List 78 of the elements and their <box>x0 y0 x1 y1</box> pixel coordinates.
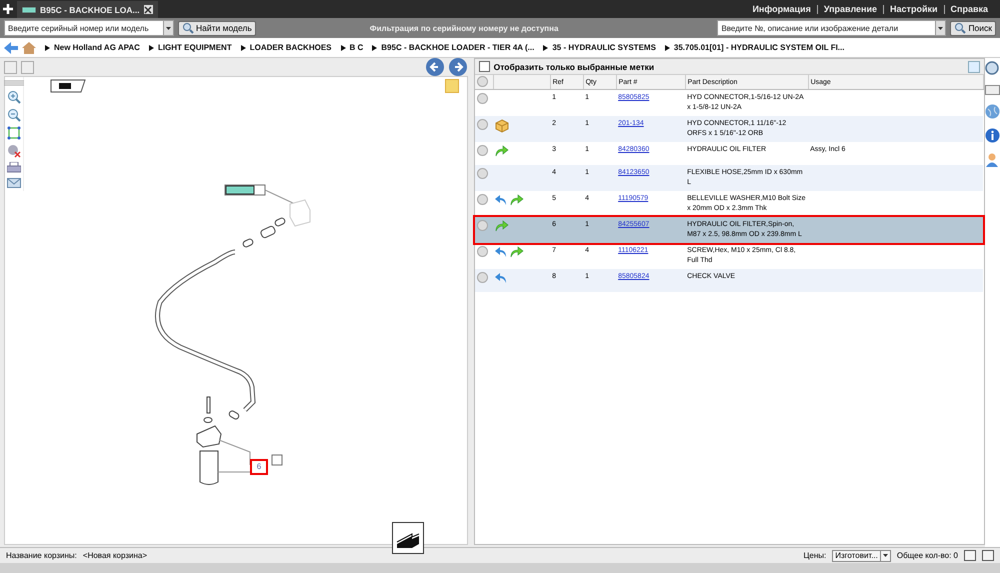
find-model-button[interactable]: Найти модель <box>178 20 256 36</box>
search-icon <box>954 22 966 34</box>
back-arrow-icon[interactable] <box>495 194 508 206</box>
add-button[interactable] <box>476 194 488 205</box>
search-button[interactable]: Поиск <box>950 20 996 36</box>
zoom-in-icon[interactable] <box>7 90 21 104</box>
info-icon[interactable] <box>984 128 1000 143</box>
add-button[interactable] <box>476 119 488 130</box>
back-arrow-icon[interactable] <box>495 272 508 284</box>
person-icon[interactable] <box>984 152 1000 167</box>
menu-link[interactable]: Информация <box>746 4 817 14</box>
add-button[interactable] <box>476 93 488 104</box>
restore-button[interactable] <box>964 550 976 561</box>
back-arrow-icon[interactable] <box>4 42 18 54</box>
breadcrumb-link[interactable]: 35.705.01[01] - HYDRAULIC SYSTEM OIL FI... <box>674 43 844 52</box>
zoom-out-icon[interactable] <box>7 108 21 122</box>
breadcrumb-link[interactable]: New Holland AG APAC <box>54 43 140 52</box>
breadcrumb-link[interactable]: B C <box>350 43 364 52</box>
triangle-icon <box>372 44 378 50</box>
prices-dropdown[interactable]: Изготовит... <box>832 550 891 562</box>
close-icon[interactable] <box>144 5 153 14</box>
machine-tab-icon[interactable] <box>50 79 86 93</box>
triangle-icon <box>240 44 246 50</box>
forward-arrow-icon[interactable] <box>495 220 510 232</box>
next-page-button[interactable] <box>21 60 34 74</box>
fit-icon[interactable] <box>7 126 21 140</box>
next-arrow-button[interactable] <box>448 58 467 76</box>
caret-icon[interactable] <box>166 26 171 30</box>
keyboard-icon[interactable] <box>984 85 1000 95</box>
handle-icon[interactable] <box>4 80 24 86</box>
menu-link[interactable]: Справка <box>944 4 994 14</box>
forward-arrow-icon[interactable] <box>510 194 524 206</box>
previous-arrow-button[interactable] <box>426 58 444 76</box>
triangle-icon <box>148 44 154 50</box>
forward-arrow-icon[interactable] <box>510 246 524 258</box>
breadcrumb-link[interactable]: LIGHT EQUIPMENT <box>158 43 232 52</box>
add-button[interactable] <box>476 272 488 283</box>
checkbox[interactable] <box>478 61 490 72</box>
box-icon[interactable] <box>495 119 510 133</box>
total-count: Общее кол-во: 0 <box>896 551 958 560</box>
maximize-button[interactable] <box>982 550 994 561</box>
caret-icon <box>882 554 888 557</box>
previous-page-button[interactable] <box>4 60 17 74</box>
columns-icon[interactable] <box>968 60 980 72</box>
print-icon[interactable] <box>7 162 21 174</box>
forward-arrow-icon[interactable] <box>495 145 510 157</box>
search-icon <box>182 22 194 34</box>
caret-icon[interactable] <box>938 26 944 30</box>
menu-link[interactable]: Настройки <box>884 4 944 14</box>
back-arrow-icon[interactable] <box>495 246 508 258</box>
globe-icon[interactable] <box>984 104 1000 119</box>
basket-label: Название корзины: <box>6 551 77 560</box>
breadcrumb-link[interactable]: B95C - BACKHOE LOADER - TIER 4A (... <box>381 43 534 52</box>
breadcrumb-link[interactable]: 35 - HYDRAULIC SYSTEMS <box>552 43 656 52</box>
clear-icon[interactable] <box>7 144 21 158</box>
basket-name: <Новая корзина> <box>82 551 148 560</box>
menu-link[interactable]: Управление <box>818 4 884 14</box>
add-button[interactable] <box>476 145 488 156</box>
part-search-field[interactable]: Введите №, описание или изображение детали <box>717 20 946 36</box>
machine-icon <box>22 6 36 12</box>
add-button[interactable] <box>476 246 488 257</box>
callout-label[interactable]: 6 <box>250 459 268 475</box>
search-icon[interactable] <box>984 61 1000 76</box>
breadcrumb-link[interactable]: LOADER BACKHOES <box>250 43 332 52</box>
triangle-icon <box>45 44 50 50</box>
triangle-icon <box>664 44 670 50</box>
new-tab-button[interactable] <box>3 4 13 14</box>
tab[interactable]: B95C - BACKHOE LOA... <box>17 1 158 18</box>
serial-field[interactable]: Введите серийный номер или модель <box>4 20 174 36</box>
home-icon[interactable] <box>22 42 36 54</box>
filter-notice: Фильтрация по серийному номеру не доступна <box>370 24 558 32</box>
triangle-icon <box>543 44 548 50</box>
add-button[interactable] <box>476 168 488 179</box>
prices-label: Цены: <box>803 551 826 560</box>
filter-label: Отобразить только выбранные метки <box>494 62 654 72</box>
note-icon[interactable] <box>444 79 459 93</box>
mail-icon[interactable] <box>7 178 21 188</box>
triangle-icon <box>340 44 346 50</box>
